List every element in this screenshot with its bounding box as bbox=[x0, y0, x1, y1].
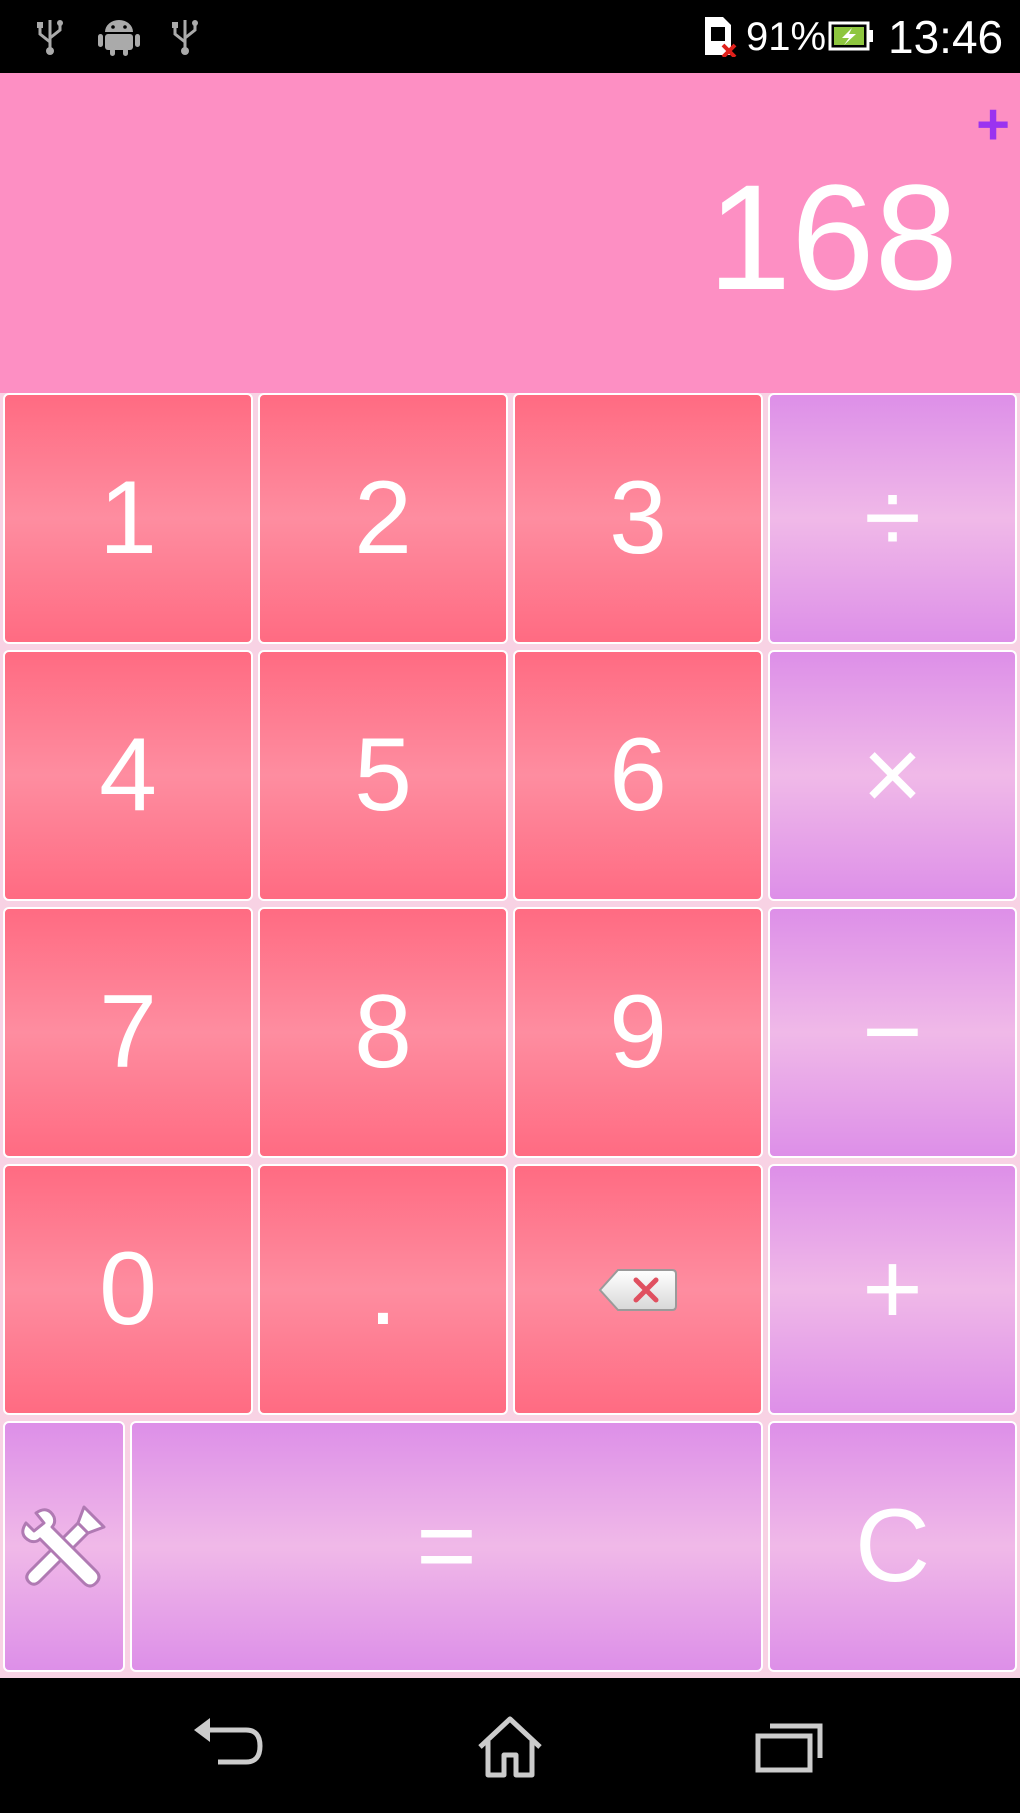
backspace-icon bbox=[598, 1266, 678, 1314]
android-debug-icon bbox=[95, 14, 143, 58]
usb-icon bbox=[30, 14, 70, 58]
backspace-button[interactable] bbox=[513, 1164, 763, 1415]
usb-icon bbox=[165, 14, 205, 58]
divide-button[interactable]: ÷ bbox=[768, 393, 1017, 644]
key-7[interactable]: 7 bbox=[3, 907, 253, 1158]
settings-button[interactable] bbox=[3, 1421, 125, 1672]
minus-button[interactable]: − bbox=[768, 907, 1017, 1158]
back-icon bbox=[190, 1716, 270, 1776]
battery-charging-icon bbox=[828, 14, 874, 58]
calculator-display: + 168 bbox=[0, 73, 1020, 393]
settings-tools-icon bbox=[16, 1499, 112, 1595]
no-sim-icon bbox=[700, 14, 740, 58]
battery-percent: 91% bbox=[746, 15, 827, 59]
key-0[interactable]: 0 bbox=[3, 1164, 253, 1415]
multiply-button[interactable]: × bbox=[768, 650, 1017, 901]
home-button[interactable] bbox=[455, 1703, 565, 1788]
navigation-bar bbox=[0, 1678, 1020, 1813]
key-4[interactable]: 4 bbox=[3, 650, 253, 901]
key-5[interactable]: 5 bbox=[258, 650, 508, 901]
clear-button[interactable]: C bbox=[768, 1421, 1017, 1672]
home-icon bbox=[474, 1713, 546, 1779]
recents-icon bbox=[754, 1718, 826, 1774]
keypad: 1 2 3 ÷ 4 5 6 × 7 8 9 − 0 . + = C bbox=[0, 393, 1020, 1678]
recents-button[interactable] bbox=[735, 1703, 845, 1788]
decimal-point-button[interactable]: . bbox=[258, 1164, 508, 1415]
status-bar: 91% 13:46 bbox=[0, 0, 1020, 73]
display-value: 168 bbox=[707, 153, 958, 321]
equals-button[interactable]: = bbox=[130, 1421, 763, 1672]
key-1[interactable]: 1 bbox=[3, 393, 253, 644]
plus-button[interactable]: + bbox=[768, 1164, 1017, 1415]
key-3[interactable]: 3 bbox=[513, 393, 763, 644]
clock: 13:46 bbox=[888, 11, 1004, 63]
key-9[interactable]: 9 bbox=[513, 907, 763, 1158]
back-button[interactable] bbox=[175, 1703, 285, 1788]
key-8[interactable]: 8 bbox=[258, 907, 508, 1158]
key-2[interactable]: 2 bbox=[258, 393, 508, 644]
key-6[interactable]: 6 bbox=[513, 650, 763, 901]
memory-indicator: + bbox=[976, 92, 1010, 157]
